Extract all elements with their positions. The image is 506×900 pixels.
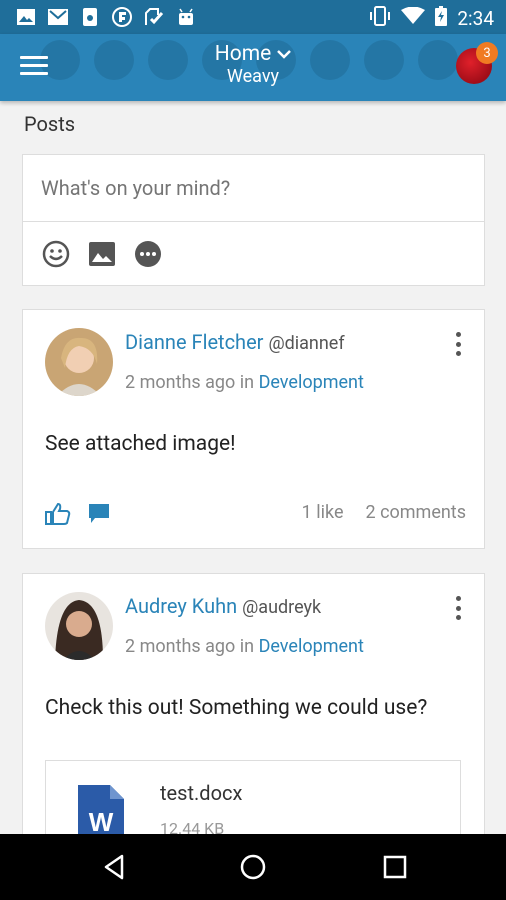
app-subtitle: Weavy	[226, 66, 280, 87]
app-bar: Home Weavy 3	[0, 34, 506, 101]
image-icon	[16, 7, 36, 27]
status-bar: 2:34	[0, 0, 506, 34]
post-text: See attached image!	[45, 432, 236, 456]
vibrate-icon	[369, 6, 391, 31]
post-time: 2 months ago	[125, 636, 236, 657]
android-icon	[176, 7, 196, 27]
home-icon[interactable]	[238, 852, 268, 882]
flipboard-icon	[112, 7, 132, 27]
comment-icon[interactable]	[87, 502, 111, 530]
author-avatar[interactable]	[45, 328, 113, 396]
gmail-icon	[48, 7, 68, 27]
back-icon[interactable]	[100, 852, 130, 882]
meta-in: in	[239, 636, 255, 657]
recents-icon[interactable]	[380, 852, 410, 882]
wifi-icon	[401, 6, 426, 30]
divider	[23, 221, 484, 222]
tasks-icon	[144, 7, 164, 27]
author-avatar[interactable]	[45, 592, 113, 660]
like-icon[interactable]	[45, 502, 71, 530]
app-title: Home	[214, 42, 272, 66]
meta-in: in	[239, 372, 255, 393]
compose-input[interactable]	[23, 155, 484, 221]
author-handle: @diannef	[268, 333, 345, 354]
post-card: Audrey Kuhn @audreyk 2 months ago in Dev…	[22, 573, 485, 860]
space-switcher[interactable]: Home Weavy	[0, 42, 506, 88]
space-link[interactable]: Development	[259, 636, 364, 657]
page-title: Posts	[24, 112, 76, 136]
system-nav-bar	[0, 834, 506, 900]
like-count[interactable]: 1 like	[302, 502, 344, 523]
post-text: Check this out! Something we could use?	[45, 696, 428, 720]
notification-badge: 3	[476, 42, 498, 64]
user-avatar[interactable]: 3	[456, 42, 498, 84]
more-horizontal-icon[interactable]	[133, 239, 163, 269]
space-link[interactable]: Development	[259, 372, 364, 393]
sim-icon	[80, 7, 100, 27]
author-handle: @audreyk	[242, 597, 322, 618]
battery-icon	[435, 6, 448, 31]
image-icon[interactable]	[87, 239, 117, 269]
more-vertical-icon[interactable]	[454, 596, 462, 620]
comment-count[interactable]: 2 comments	[365, 502, 466, 523]
file-name: test.docx	[160, 781, 243, 805]
svg-text:W: W	[89, 807, 114, 837]
emoji-icon[interactable]	[41, 239, 71, 269]
post-composer	[22, 154, 485, 286]
clock: 2:34	[457, 7, 494, 30]
author-name[interactable]: Audrey Kuhn	[125, 594, 237, 618]
author-name[interactable]: Dianne Fletcher	[125, 330, 263, 354]
post-card: Dianne Fletcher @diannef 2 months ago in…	[22, 309, 485, 549]
more-vertical-icon[interactable]	[454, 332, 462, 356]
chevron-down-icon	[277, 42, 292, 66]
post-time: 2 months ago	[125, 372, 236, 393]
